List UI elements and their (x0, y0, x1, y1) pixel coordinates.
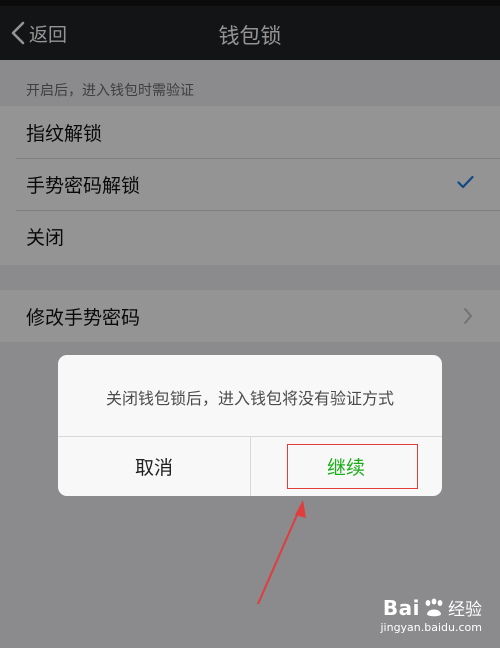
watermark-brand: Bai (382, 595, 420, 620)
annotation-highlight-box (287, 444, 418, 489)
dialog-message: 关闭钱包锁后，进入钱包将没有验证方式 (105, 389, 394, 408)
paw-icon (425, 598, 443, 616)
watermark-suffix: 经验 (448, 600, 482, 620)
watermark-url: jingyan.baidu.com (380, 621, 482, 634)
cancel-button[interactable]: 取消 (58, 437, 250, 496)
modal-overlay (0, 0, 500, 648)
wallet-lock-screen: 返回 钱包锁 开启后，进入钱包时需验证 指纹解锁 手势密码解锁 关闭 修改手势密… (0, 0, 500, 648)
baidu-jingyan-watermark: Bai 经验 jingyan.baidu.com (380, 595, 482, 635)
